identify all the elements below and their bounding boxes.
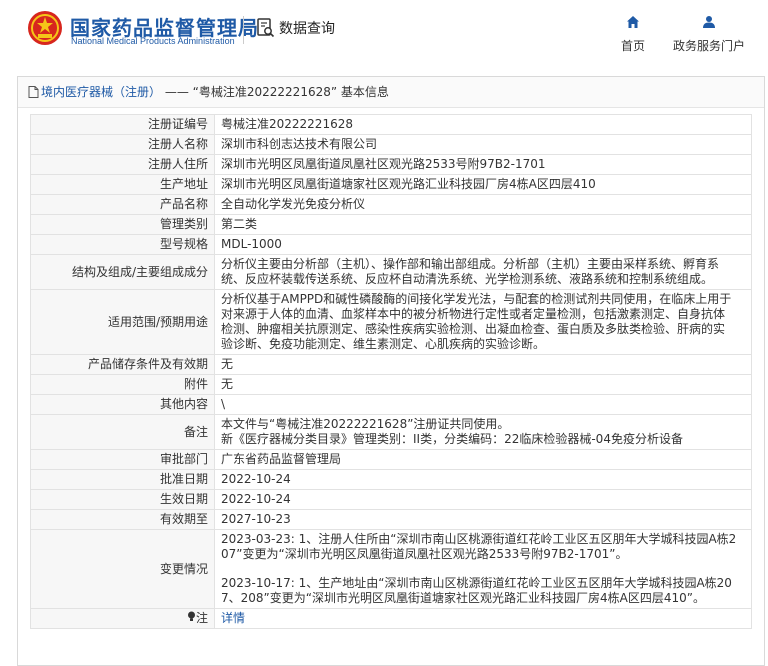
row-label: 适用范围/预期用途: [30, 289, 215, 355]
table-row: 产品储存条件及有效期 无: [30, 354, 752, 375]
row-value: 粤械注准20222221628: [214, 114, 752, 135]
table-row: 产品名称 全自动化学发光免疫分析仪: [30, 194, 752, 215]
table-row: 注册证编号 粤械注准20222221628: [30, 114, 752, 135]
change-entry: 2023-10-17: 1、生产地址由“深圳市南山区桃源街道红花岭工业区五区朋年…: [221, 576, 732, 605]
row-value: 全自动化学发光免疫分析仪: [214, 194, 752, 215]
table-row: 管理类别 第二类: [30, 214, 752, 235]
row-value: 第二类: [214, 214, 752, 235]
data-query-label: 数据查询: [279, 21, 335, 37]
detail-panel: 境内医疗器械（注册） —— “粤械注准20222221628” 基本信息 注册证…: [17, 76, 765, 666]
row-label: 审批部门: [30, 449, 215, 470]
row-value: 广东省药品监督管理局: [214, 449, 752, 470]
registration-info-table: 注册证编号 粤械注准20222221628 注册人名称 深圳市科创志达技术有限公…: [30, 114, 752, 629]
row-label: 注册人名称: [30, 134, 215, 155]
document-icon: [28, 86, 39, 98]
row-label: 产品名称: [30, 194, 215, 215]
row-label: 备注: [30, 414, 215, 450]
row-value: 分析仪主要由分析部（主机）、操作部和输出部组成。分析部（主机）主要由采样系统、孵…: [221, 257, 720, 286]
row-value: 2027-10-23: [214, 509, 752, 530]
table-row: 附件 无: [30, 374, 752, 395]
bulb-icon: [187, 611, 196, 626]
note-label: 注: [195, 611, 208, 625]
table-row: 审批部门 广东省药品监督管理局: [30, 449, 752, 470]
breadcrumb-separator: ——: [161, 85, 193, 99]
row-value: 深圳市光明区凤凰街道凤凰社区观光路2533号附97B2-1701: [214, 154, 752, 175]
table-row: 有效期至 2027-10-23: [30, 509, 752, 530]
breadcrumb-category-link[interactable]: 境内医疗器械（注册）: [41, 77, 161, 107]
row-label: 生产地址: [30, 174, 215, 195]
row-value: \: [214, 394, 752, 415]
site-header: 国家药品监督管理局 National Medical Products Admi…: [0, 0, 768, 66]
table-row: 其他内容 \: [30, 394, 752, 415]
table-row: 注册人名称 深圳市科创志达技术有限公司: [30, 134, 752, 155]
row-label: 型号规格: [30, 234, 215, 255]
user-icon: [703, 16, 715, 28]
row-label: 有效期至: [30, 509, 215, 530]
row-label: 批准日期: [30, 469, 215, 490]
table-row: 适用范围/预期用途 分析仪基于AMPPD和碱性磷酸酶的间接化学发光法，与配套的检…: [30, 289, 752, 355]
breadcrumb: 境内医疗器械（注册） —— “粤械注准20222221628” 基本信息: [18, 77, 764, 108]
table-row: 型号规格 MDL-1000: [30, 234, 752, 255]
row-value: 深圳市光明区凤凰街道塘家社区观光路汇业科技园厂房4栋A区四层410: [214, 174, 752, 195]
row-value: 2022-10-24: [214, 469, 752, 490]
nav-home-label: 首页: [620, 39, 645, 53]
row-label: 注册人住所: [30, 154, 215, 175]
table-row: 结构及组成/主要组成成分 分析仪主要由分析部（主机）、操作部和输出部组成。分析部…: [30, 254, 752, 290]
row-value: 深圳市科创志达技术有限公司: [214, 134, 752, 155]
data-query-link[interactable]: 数据查询: [257, 18, 335, 38]
row-label: 结构及组成/主要组成成分: [30, 254, 215, 290]
table-row: 生效日期 2022-10-24: [30, 489, 752, 510]
breadcrumb-title: “粤械注准20222221628” 基本信息: [192, 85, 389, 99]
nav-home[interactable]: 首页: [614, 14, 652, 54]
change-entry: 2023-03-23: 1、注册人住所由“深圳市南山区桃源街道红花岭工业区五区朋…: [221, 532, 737, 561]
row-value: 本文件与“粤械注准20222221628”注册证共同使用。 新《医疗器械分类目录…: [221, 417, 683, 446]
row-value: 分析仪基于AMPPD和碱性磷酸酶的间接化学发光法，与配套的检测试剂共同使用，在临…: [221, 292, 732, 351]
table-row: 备注 本文件与“粤械注准20222221628”注册证共同使用。 新《医疗器械分…: [30, 414, 752, 450]
row-label: 附件: [30, 374, 215, 395]
row-label: 其他内容: [30, 394, 215, 415]
table-row-changes: 变更情况 2023-03-23: 1、注册人住所由“深圳市南山区桃源街道红花岭工…: [30, 529, 752, 609]
table-row: 生产地址 深圳市光明区凤凰街道塘家社区观光路汇业科技园厂房4栋A区四层410: [30, 174, 752, 195]
table-row: 注册人住所 深圳市光明区凤凰街道凤凰社区观光路2533号附97B2-1701: [30, 154, 752, 175]
national-emblem-icon: [28, 11, 62, 45]
row-label: 生效日期: [30, 489, 215, 510]
home-icon: [627, 16, 639, 28]
row-value: MDL-1000: [214, 234, 752, 255]
row-label: 管理类别: [30, 214, 215, 235]
row-label: 注册证编号: [30, 114, 215, 135]
row-value: 无: [214, 354, 752, 375]
row-label: 变更情况: [30, 529, 215, 609]
header-divider: [243, 16, 244, 44]
row-value: 2022-10-24: [214, 489, 752, 510]
row-value: 无: [214, 374, 752, 395]
change-gap: [221, 562, 745, 576]
row-label: 产品储存条件及有效期: [30, 354, 215, 375]
table-row: 批准日期 2022-10-24: [30, 469, 752, 490]
details-link[interactable]: 详情: [221, 611, 245, 625]
nav-gov-services-label: 政务服务门户: [672, 39, 745, 53]
data-search-icon: [257, 18, 275, 38]
site-logo-subtitle: National Medical Products Administration: [71, 36, 235, 46]
table-row-note: 注 详情: [30, 608, 752, 629]
nav-gov-services[interactable]: 政务服务门户: [668, 14, 750, 54]
